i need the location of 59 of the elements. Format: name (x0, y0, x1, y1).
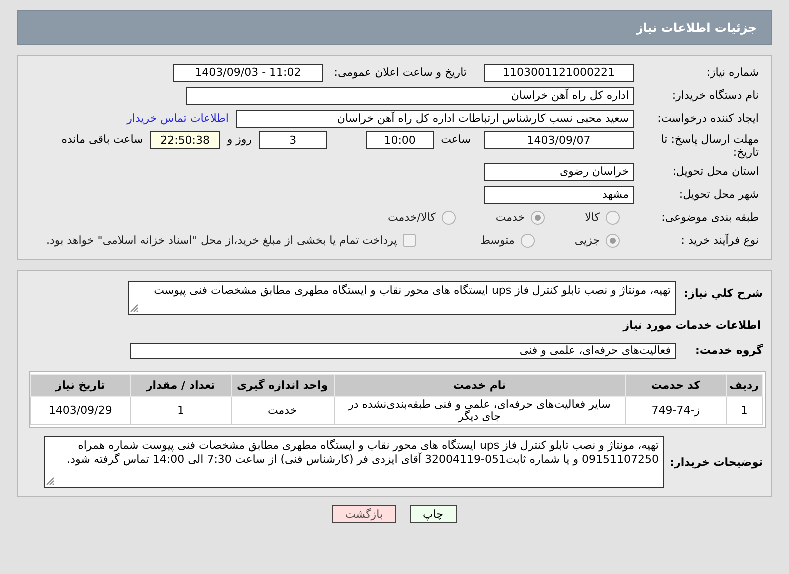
days-label: روز و (227, 133, 252, 146)
radio-button[interactable] (520, 234, 535, 248)
option-label: متوسط (480, 234, 515, 247)
deadline-time-field: 10:00 (366, 131, 434, 149)
page-title: جزئیات اطلاعات نیاز (636, 20, 757, 34)
column-header: کد حدمت (625, 374, 726, 396)
radio-button[interactable] (606, 210, 620, 224)
announce-date-field: 1403/09/03 - 11:02 (173, 64, 324, 82)
radio-button[interactable] (606, 234, 620, 248)
buyer-name-field: اداره کل راه آهن خراسان (186, 86, 634, 104)
service-group-field: فعالیت‌های حرفه‌ای، علمی و فنی (130, 342, 676, 358)
table-cell: سایر فعالیت‌های حرفه‌ای، علمی و فنی طبقه‌بندی‌نشده در جای دیگر (334, 396, 626, 424)
description-field: تهیه، مونتاژ و نصب تابلو کنترل فاز ups ایستگاه های محور نقاب و ایستگاه مطهری مطابق مشخصات فنی پیوست (128, 281, 676, 315)
table-cell: 1 (726, 396, 762, 424)
field-label: طبقه بندی موضوعی: (660, 211, 760, 224)
print-button[interactable]: چاپ (410, 505, 457, 523)
back-button[interactable]: بازگشت (332, 505, 396, 523)
column-header: تاریخ نیاز (30, 374, 131, 396)
field-label: نوع فرآیند خرید : (680, 234, 760, 247)
field-label: تاریخ و ساعت اعلان عمومی: (334, 66, 467, 79)
column-header: ردیف (726, 374, 762, 396)
field-label: مهلت ارسال پاسخ: تا تاریخ: (660, 133, 760, 159)
field-label: ایجاد کننده درخواست: (656, 112, 760, 125)
resize-grip-icon[interactable] (130, 304, 139, 313)
option-label: کالا (585, 211, 600, 224)
buyer-contact-link[interactable]: اطلاعات تماس خریدار (127, 112, 229, 125)
field-label: توضیحات خریدار: (671, 456, 763, 468)
field-label: استان محل تحویل: (672, 165, 760, 178)
table-cell: 1 (130, 396, 232, 424)
buyer-notes-field: تهیه، مونتاژ و نصب تابلو کنترل فاز ups ایستگاه های محور نقاب و ایستگاه مطهری مطابق مشخصات فنی پیوست شماره همراه 09151107250 و یا شماره ثابت051-32004119 آقای ایزدی فر (کارشناس فنی) از ساعت 7:30 الی 14:00 تماس گرفته شود. (44, 436, 664, 488)
radio-button[interactable] (531, 210, 546, 224)
field-label: نام دستگاه خریدار: (671, 89, 760, 102)
city-field: مشهد (484, 186, 634, 204)
checkbox[interactable] (403, 234, 416, 247)
remaining-time-field: 22:50:38 (150, 131, 220, 149)
field-label: گروه خدمت: (694, 344, 763, 357)
column-header: واحد اندازه گیری (231, 374, 334, 396)
option-label: جزیی (574, 234, 600, 247)
radio-button[interactable] (442, 210, 456, 224)
table-cell: ز-74-749 (625, 396, 726, 424)
column-header: تعداد / مقدار (130, 374, 232, 396)
section-title: اطلاعات خدمات مورد نیاز (622, 319, 761, 332)
deadline-date-field: 1403/09/07 (484, 131, 634, 149)
province-field: خراسان رضوی (484, 162, 634, 180)
resize-grip-icon[interactable] (46, 477, 55, 486)
days-field: 3 (259, 131, 328, 149)
table-cell: خدمت (231, 396, 334, 424)
remaining-label: ساعت باقی مانده (62, 133, 144, 146)
column-header: نام خدمت (334, 374, 626, 396)
option-label: کالا/خدمت (388, 211, 436, 224)
field-label: شهر محل تحویل: (678, 188, 760, 201)
need-number-field: 1103001121000221 (484, 64, 634, 82)
option-label: خدمت (496, 211, 526, 224)
time-label: ساعت (441, 133, 471, 146)
requester-field: سعید محبی نسب کارشناس ارتباطات اداره کل راه آهن خراسان (236, 110, 634, 128)
field-label: شماره نیاز: (706, 66, 760, 79)
option-label: پرداخت تمام یا بخشی از مبلغ خرید،از محل "اسناد خزانه اسلامی" خواهد بود. (46, 234, 398, 247)
table-cell: 1403/09/29 (30, 396, 131, 424)
field-label: شرح كلي نياز: (683, 287, 763, 300)
